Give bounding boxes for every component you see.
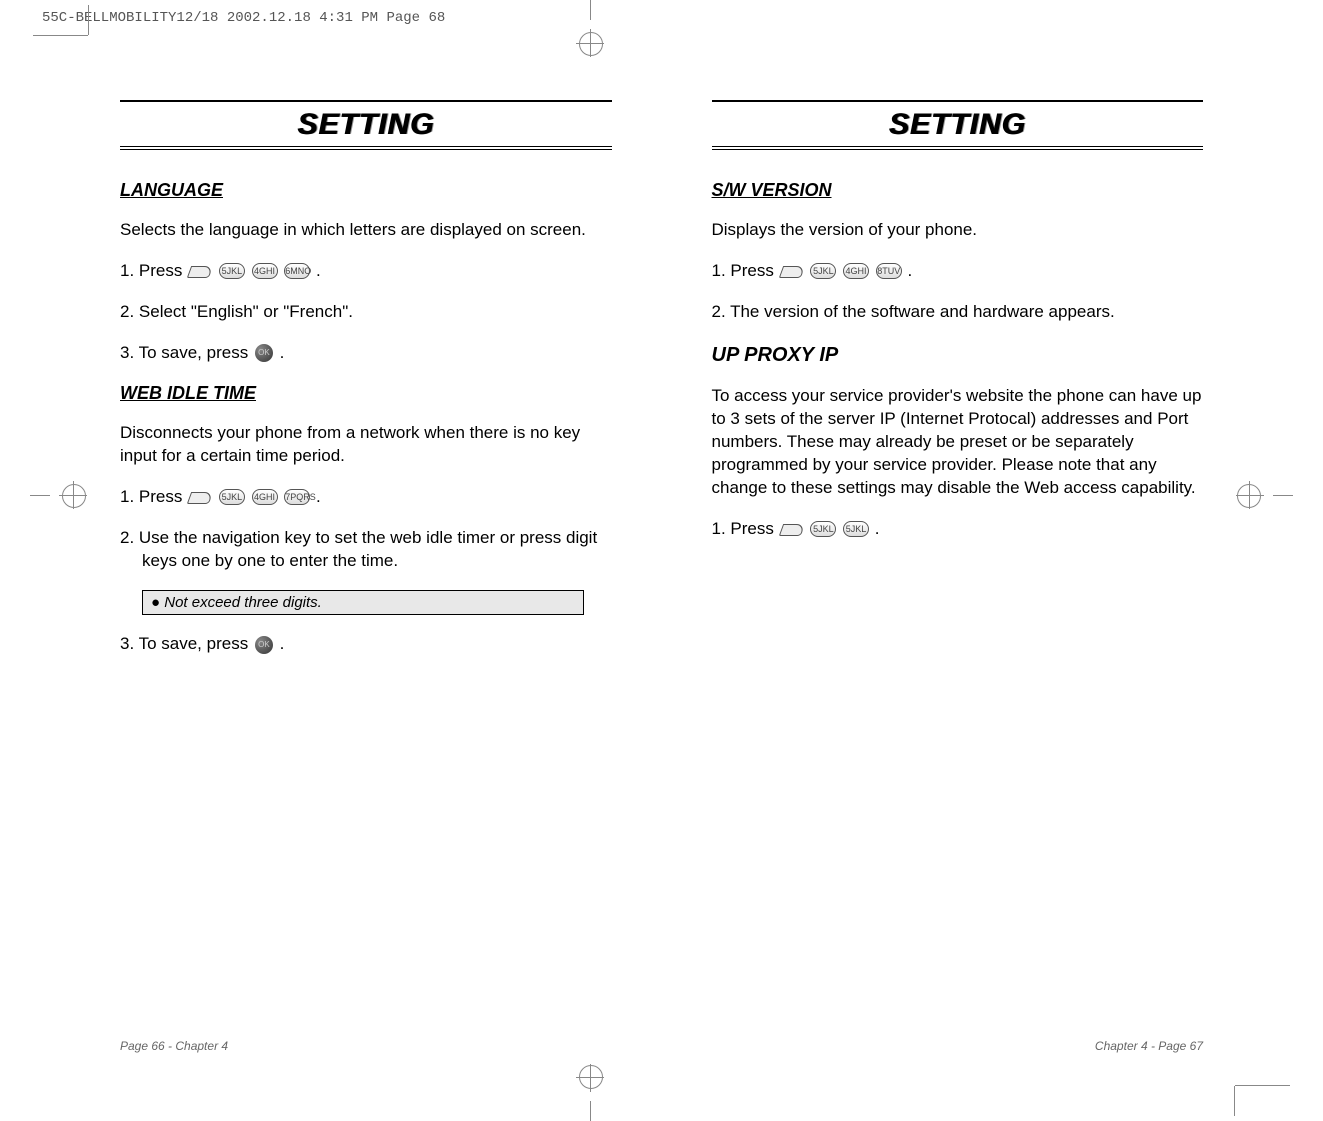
language-step2: 2. Select "English" or "French". (120, 301, 612, 324)
upproxy-heading: UP PROXY IP (712, 344, 1204, 367)
swversion-body: Displays the version of your phone. (712, 219, 1204, 242)
crop-mark-left (30, 475, 90, 515)
key-4-icon: 4GHI (252, 489, 278, 505)
crop-mark-bottom (570, 1061, 610, 1121)
crop-corner-tl (88, 35, 118, 65)
file-header: 55C-BELLMOBILITY12/18 2002.12.18 4:31 PM… (42, 10, 445, 26)
right-title-bar: SETTING (712, 100, 1204, 150)
page-spread: SETTING LANGUAGE Selects the language in… (90, 70, 1233, 1061)
upproxy-step1: 1. Press 5JKL 5JKL . (712, 518, 1204, 541)
key-8-icon: 8TUV (876, 263, 902, 279)
crop-mark-top (570, 0, 610, 60)
ok-key-icon: OK (255, 636, 273, 654)
swversion-step2: 2. The version of the software and hardw… (712, 301, 1204, 324)
webidle-step2: 2. Use the navigation key to set the web… (120, 527, 612, 573)
webidle-heading: WEB IDLE TIME (120, 383, 612, 404)
key-6-icon: 6MNO (284, 263, 310, 279)
key-5-icon: 5JKL (219, 489, 245, 505)
page-title: SETTING (297, 108, 434, 141)
key-4-icon: 4GHI (252, 263, 278, 279)
language-heading: LANGUAGE (120, 180, 612, 201)
right-footer: Chapter 4 - Page 67 (1095, 1039, 1203, 1053)
webidle-note: Not exceed three digits. (142, 590, 584, 615)
page-title: SETTING (889, 108, 1026, 141)
language-body: Selects the language in which letters ar… (120, 219, 612, 242)
key-5-icon: 5JKL (843, 521, 869, 537)
upproxy-body: To access your service provider's websit… (712, 385, 1204, 500)
key-5-icon: 5JKL (810, 521, 836, 537)
language-step1: 1. Press 5JKL 4GHI 6MNO . (120, 260, 612, 283)
left-footer: Page 66 - Chapter 4 (120, 1039, 228, 1053)
key-5-icon: 5JKL (219, 263, 245, 279)
webidle-step3: 3. To save, press OK . (120, 633, 612, 656)
key-4-icon: 4GHI (843, 263, 869, 279)
menu-key-icon (781, 264, 803, 278)
webidle-body: Disconnects your phone from a network wh… (120, 422, 612, 468)
left-title-bar: SETTING (120, 100, 612, 150)
menu-key-icon (781, 522, 803, 536)
ok-key-icon: OK (255, 344, 273, 362)
language-step3: 3. To save, press OK . (120, 342, 612, 365)
key-7-icon: 7PQRS (284, 489, 310, 505)
swversion-heading: S/W VERSION (712, 180, 1204, 201)
swversion-step1: 1. Press 5JKL 4GHI 8TUV . (712, 260, 1204, 283)
crop-mark-right (1233, 475, 1293, 515)
left-page: SETTING LANGUAGE Selects the language in… (90, 70, 662, 1061)
menu-key-icon (189, 490, 211, 504)
webidle-step1: 1. Press 5JKL 4GHI 7PQRS . (120, 486, 612, 509)
menu-key-icon (189, 264, 211, 278)
right-page: SETTING S/W VERSION Displays the version… (662, 70, 1234, 1061)
key-5-icon: 5JKL (810, 263, 836, 279)
